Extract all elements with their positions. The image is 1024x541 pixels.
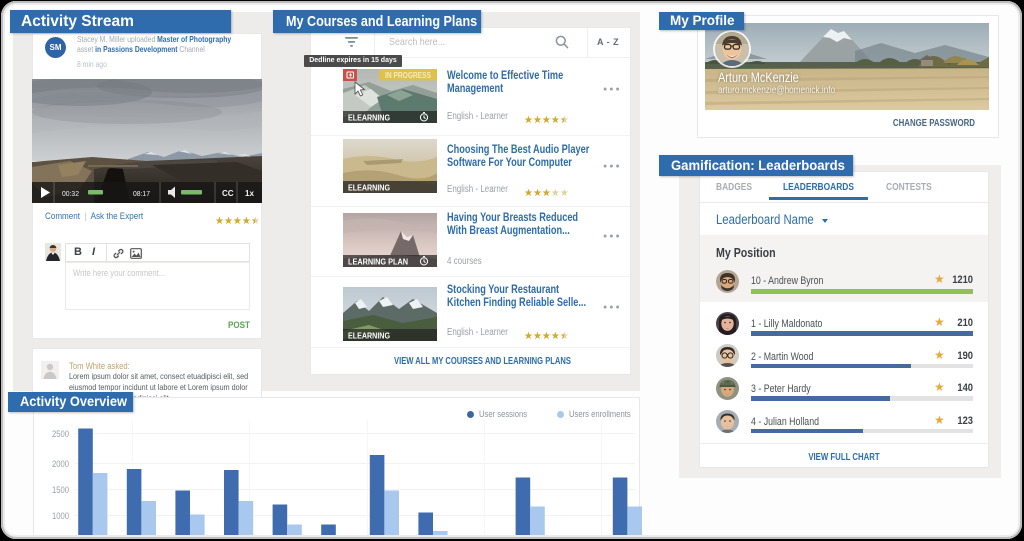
svg-text:IN PROGRESS: IN PROGRESS — [385, 71, 431, 80]
svg-text:ELEARNING: ELEARNING — [348, 184, 390, 193]
svg-text:CC: CC — [222, 189, 234, 198]
svg-text:1x: 1x — [245, 189, 254, 198]
svg-text:ELEARNING: ELEARNING — [348, 332, 390, 341]
svg-text:00:32: 00:32 — [62, 189, 79, 198]
svg-text:LEARNING PLAN: LEARNING PLAN — [348, 258, 408, 267]
svg-text:ELEARNING: ELEARNING — [348, 114, 390, 123]
svg-text:08:17: 08:17 — [133, 189, 150, 198]
